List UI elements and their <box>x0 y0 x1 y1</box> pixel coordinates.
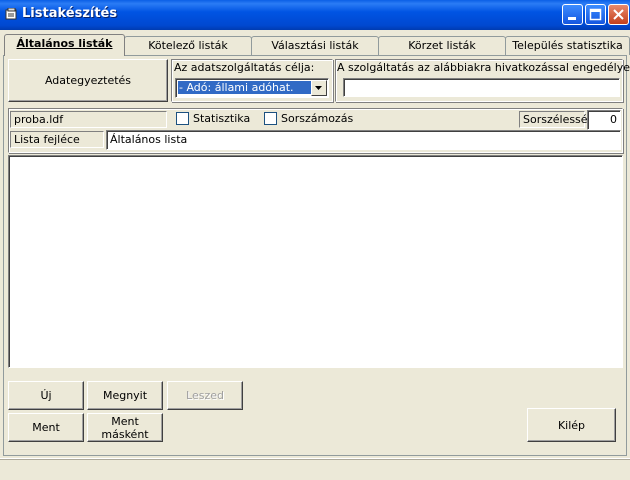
file-name: proba.ldf <box>10 111 167 128</box>
dropdown-button[interactable] <box>311 80 327 96</box>
list-content-area[interactable] <box>8 155 623 368</box>
tab-general-lists[interactable]: Általános listák <box>4 34 125 56</box>
maximize-button[interactable] <box>585 4 606 25</box>
purpose-label: Az adatszolgáltatás célja: <box>174 61 315 74</box>
permit-input[interactable] <box>343 78 620 97</box>
purpose-value: - Adó: állami adóhat. <box>178 81 312 94</box>
list-header-input[interactable]: Általános lista <box>106 130 621 150</box>
row-width-label: Sorszélesség <box>519 111 595 128</box>
open-button[interactable]: Megnyit <box>87 381 163 410</box>
tab-district-lists[interactable]: Körzet listák <box>378 36 506 55</box>
tab-mandatory-lists[interactable]: Kötelező listák <box>124 36 252 55</box>
title-bar[interactable]: Listakészítés <box>0 0 630 30</box>
tab-settlement-statistics[interactable]: Település statisztika <box>505 36 630 55</box>
data-sync-button[interactable]: Adategyeztetés <box>8 59 168 102</box>
statistics-label: Statisztika <box>193 112 251 125</box>
minimize-button[interactable] <box>562 4 583 25</box>
chevron-down-icon <box>315 86 322 90</box>
numbering-checkbox[interactable] <box>264 112 277 125</box>
status-bar <box>0 458 630 480</box>
new-button[interactable]: Új <box>8 381 84 410</box>
list-header-label: Lista fejléce <box>10 131 104 148</box>
close-icon <box>613 9 624 20</box>
maximize-icon <box>589 8 602 21</box>
numbering-label: Sorszámozás <box>281 112 354 125</box>
row-width-input[interactable]: 0 <box>587 110 621 130</box>
window-title: Listakészítés <box>22 6 118 21</box>
save-button[interactable]: Ment <box>8 413 84 442</box>
app-icon <box>5 8 17 20</box>
tab-strip: Általános listák Kötelező listák Választ… <box>0 34 630 56</box>
tab-election-lists[interactable]: Választási listák <box>251 36 379 55</box>
exit-button[interactable]: Kilép <box>527 408 616 442</box>
purpose-select[interactable]: - Adó: állami adóhat. <box>175 78 329 98</box>
minimize-icon <box>568 17 576 20</box>
remove-button[interactable]: Leszed <box>167 381 243 410</box>
statistics-checkbox[interactable] <box>176 112 189 125</box>
save-as-button[interactable]: Ment másként <box>87 413 163 442</box>
close-button[interactable] <box>608 4 629 25</box>
permit-label: A szolgáltatás az alábbiakra hivatkozáss… <box>337 61 630 74</box>
